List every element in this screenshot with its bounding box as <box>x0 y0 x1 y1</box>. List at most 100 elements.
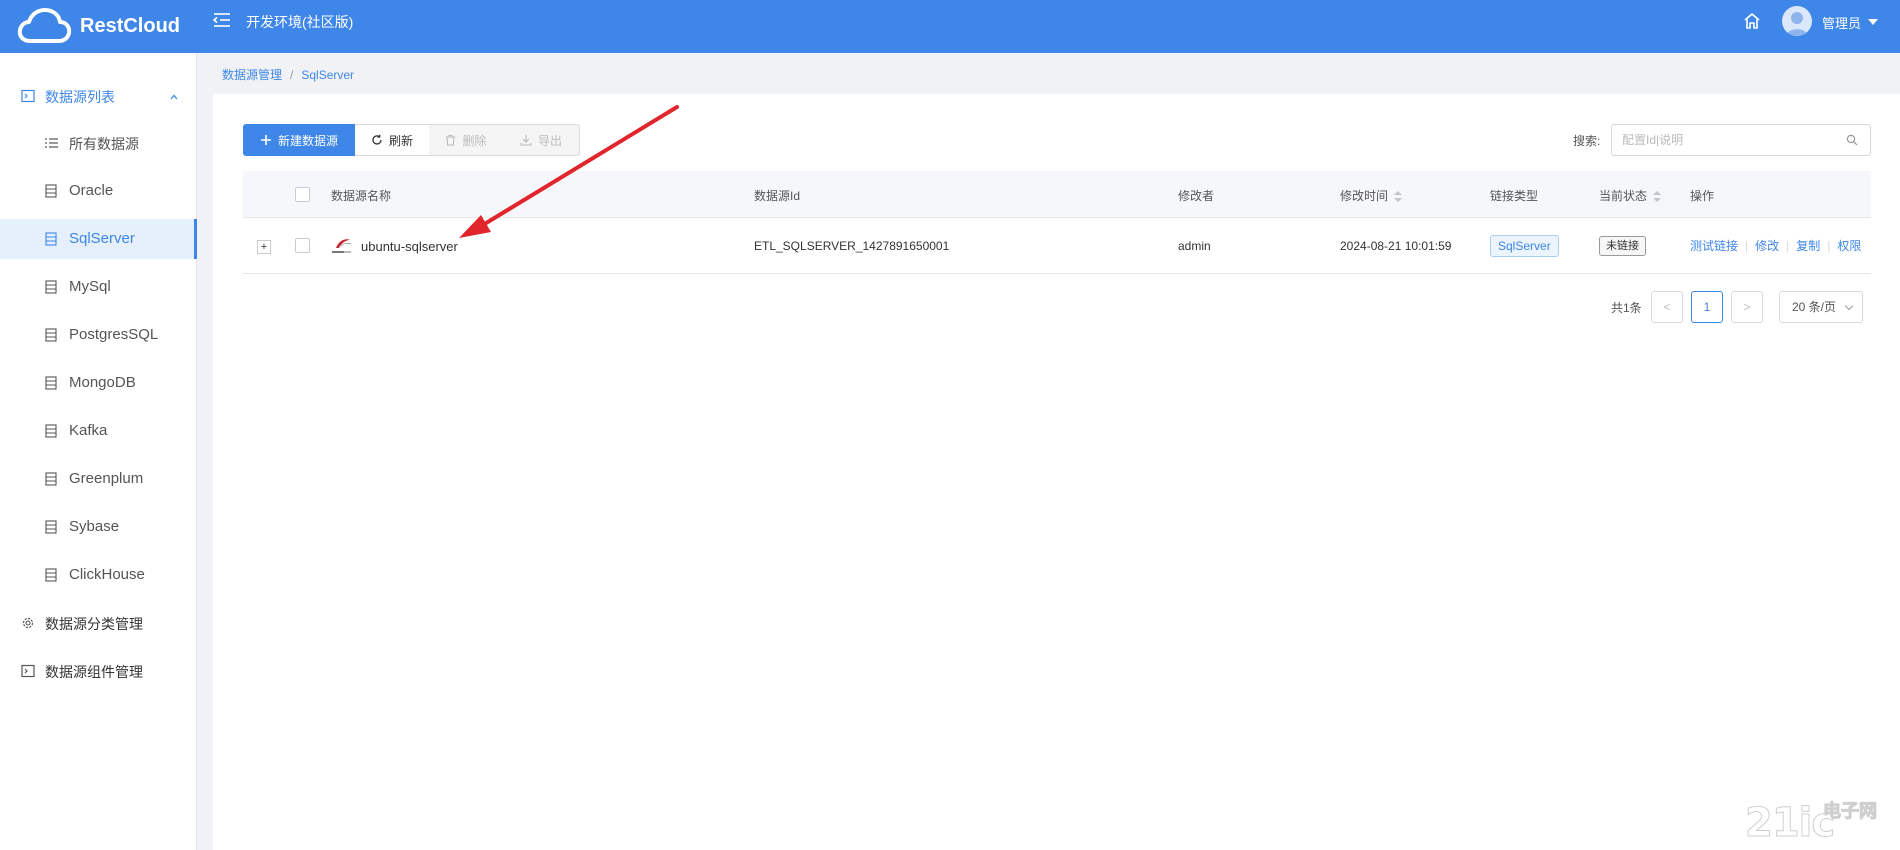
table-row: + ubuntu-sqlserver ETL_SQLSERVER_1427891… <box>243 218 1871 274</box>
trash-icon <box>446 134 456 146</box>
user-avatar-icon <box>1786 12 1808 36</box>
test-connection-link[interactable]: 测试链接 <box>1690 239 1738 253</box>
permission-link[interactable]: 权限 <box>1837 239 1861 253</box>
top-header: RestCloud 开发环境(社区版) 管理员 <box>0 0 1900 53</box>
page-size-value: 20 条/页 <box>1792 300 1837 314</box>
datasource-name[interactable]: ubuntu-sqlserver <box>361 239 458 254</box>
delete-button[interactable]: 删除 <box>429 124 504 156</box>
breadcrumb-separator: / <box>290 68 294 82</box>
database-icon <box>45 376 57 390</box>
sidebar-item-label: PostgresSQL <box>69 326 159 343</box>
total-count: 共1条 <box>1611 301 1642 315</box>
button-label: 刷新 <box>388 133 413 148</box>
sort-icon[interactable] <box>1394 190 1403 203</box>
sidebar-item-clickhouse[interactable]: ClickHouse <box>0 555 197 595</box>
database-icon <box>45 472 57 486</box>
column-header-id: 数据源Id <box>754 189 801 203</box>
button-label: 删除 <box>462 133 487 148</box>
column-header-link-type: 链接类型 <box>1490 189 1539 203</box>
sidebar-item-label: ClickHouse <box>69 566 145 583</box>
column-header-name: 数据源名称 <box>331 189 392 203</box>
column-header-label: 当前状态 <box>1599 189 1648 203</box>
database-icon <box>45 424 57 438</box>
sidebar-item-sybase[interactable]: Sybase <box>0 507 197 547</box>
sidebar-group-datasource-list[interactable]: 数据源列表 <box>0 73 197 121</box>
environment-title[interactable]: 开发环境(社区版) <box>246 12 353 32</box>
sidebar-item-kafka[interactable]: Kafka <box>0 411 197 451</box>
terminal-icon <box>21 664 35 678</box>
sidebar-group-label: 数据源组件管理 <box>45 664 143 680</box>
edit-link[interactable]: 修改 <box>1755 239 1779 253</box>
watermark-main: 21ic <box>1744 800 1835 847</box>
action-divider: | <box>1745 239 1749 253</box>
sidebar-group-label: 数据源列表 <box>45 89 115 105</box>
select-all-checkbox[interactable] <box>295 187 310 202</box>
list-icon <box>45 138 58 148</box>
page-size-select[interactable]: 20 条/页 <box>1779 291 1863 323</box>
link-type-tag: SqlServer <box>1490 235 1559 257</box>
new-datasource-button[interactable]: 新建数据源 <box>243 124 355 156</box>
sidebar-group-label: 数据源分类管理 <box>45 616 143 632</box>
export-button[interactable]: 导出 <box>503 124 580 156</box>
database-icon <box>45 328 57 342</box>
logo[interactable]: RestCloud <box>16 0 180 53</box>
column-header-modified-time[interactable]: 修改时间 <box>1340 187 1403 204</box>
download-icon <box>520 135 532 146</box>
status-badge: 未链接 <box>1599 236 1646 256</box>
sidebar-item-postgressql[interactable]: PostgresSQL <box>0 315 197 355</box>
sidebar-item-mysql[interactable]: MySql <box>0 267 197 307</box>
sidebar-item-label: Sybase <box>69 518 120 535</box>
breadcrumb-parent[interactable]: 数据源管理 <box>222 68 282 82</box>
sidebar-group-category[interactable]: 数据源分类管理 <box>0 600 197 648</box>
sidebar-item-sqlserver[interactable]: SqlServer <box>0 219 197 259</box>
copy-link[interactable]: 复制 <box>1796 239 1820 253</box>
breadcrumb: 数据源管理 / SqlServer <box>222 66 354 83</box>
sidebar-group-component[interactable]: 数据源组件管理 <box>0 648 197 696</box>
sidebar-item-label: 所有数据源 <box>69 136 139 152</box>
expand-row-button[interactable]: + <box>257 240 271 254</box>
button-label: 导出 <box>537 133 562 148</box>
database-icon <box>45 280 57 294</box>
refresh-button[interactable]: 刷新 <box>355 124 430 156</box>
database-icon <box>45 232 57 246</box>
search-input[interactable] <box>1611 124 1871 156</box>
refresh-icon <box>372 134 382 145</box>
button-label: 新建数据源 <box>277 133 338 148</box>
sidebar-item-label: MongoDB <box>69 374 136 391</box>
caret-down-icon[interactable] <box>1868 19 1878 25</box>
breadcrumb-current[interactable]: SqlServer <box>301 68 354 82</box>
brand-name: RestCloud <box>80 15 180 37</box>
modifier: admin <box>1178 239 1211 253</box>
database-icon <box>45 568 57 582</box>
home-icon[interactable] <box>1742 11 1762 31</box>
terminal-icon <box>21 89 35 103</box>
datasource-id: ETL_SQLSERVER_1427891650001 <box>754 239 950 253</box>
page-1-button[interactable]: 1 <box>1691 291 1723 323</box>
menu-fold-icon[interactable] <box>212 10 232 30</box>
next-page-button[interactable]: > <box>1731 291 1763 323</box>
column-header-status[interactable]: 当前状态 <box>1599 187 1662 204</box>
avatar[interactable] <box>1782 6 1812 36</box>
modified-time: 2024-08-21 10:01:59 <box>1340 239 1452 253</box>
search-icon[interactable] <box>1846 134 1858 146</box>
row-checkbox[interactable] <box>295 238 310 253</box>
plus-icon <box>260 135 271 145</box>
sort-icon[interactable] <box>1653 190 1662 203</box>
sidebar-item-label: Kafka <box>69 422 108 439</box>
action-divider: | <box>1786 239 1790 253</box>
action-divider: | <box>1827 239 1831 253</box>
sidebar-item-label: Greenplum <box>69 470 144 487</box>
sidebar-item-oracle[interactable]: Oracle <box>0 171 197 211</box>
sidebar-item-greenplum[interactable]: Greenplum <box>0 459 197 499</box>
prev-page-button[interactable]: < <box>1651 291 1683 323</box>
sqlserver-logo-icon <box>332 239 352 253</box>
row-actions: 测试链接 | 修改 | 复制 | 权限 <box>1690 237 1861 254</box>
sidebar-item-label: MySql <box>69 278 111 295</box>
table-header: 数据源名称 数据源Id 修改者 修改时间 链接类型 当前状态 操作 <box>243 171 1871 218</box>
sidebar-item-label: SqlServer <box>69 230 135 247</box>
column-header-actions: 操作 <box>1690 189 1715 203</box>
sidebar-item-mongodb[interactable]: MongoDB <box>0 363 197 403</box>
cloud-icon <box>17 7 72 43</box>
sidebar-item-all[interactable]: 所有数据源 <box>0 123 197 163</box>
user-name[interactable]: 管理员 <box>1822 13 1861 32</box>
